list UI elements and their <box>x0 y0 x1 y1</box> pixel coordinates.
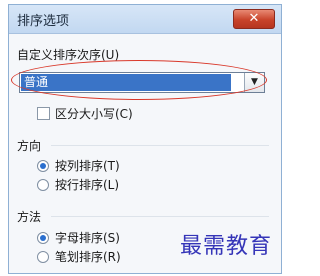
custom-order-selected-value: 普通 <box>21 74 231 91</box>
custom-order-combobox[interactable]: 普通 ▼ <box>19 72 265 93</box>
method-heading: 方法 <box>17 210 42 224</box>
close-button[interactable]: ✕ <box>233 9 275 29</box>
custom-order-label: 自定义排序次序(U) <box>17 48 120 62</box>
case-sensitive-checkbox[interactable] <box>37 107 50 120</box>
stroke-sort-radio[interactable] <box>37 251 49 263</box>
dialog-title: 排序选项 <box>17 14 70 29</box>
dropdown-arrow-icon[interactable]: ▼ <box>244 73 264 92</box>
alphabetical-sort-radio[interactable] <box>37 232 49 244</box>
case-sensitive-label: 区分大小写(C) <box>55 107 133 121</box>
close-icon: ✕ <box>248 11 260 26</box>
sort-by-column-label: 按列排序(T) <box>55 159 120 173</box>
sort-by-row-radio[interactable] <box>37 179 49 191</box>
watermark-text: 最需教育 <box>180 234 273 259</box>
alphabetical-sort-label: 字母排序(S) <box>55 231 120 245</box>
direction-divider <box>51 145 269 146</box>
stroke-sort-label: 笔划排序(R) <box>55 250 121 264</box>
direction-heading: 方向 <box>17 139 42 153</box>
title-bar: 排序选项 ✕ <box>9 5 281 34</box>
sort-by-column-radio[interactable] <box>37 160 49 172</box>
method-divider <box>51 216 269 217</box>
sort-by-row-label: 按行排序(L) <box>55 178 120 192</box>
